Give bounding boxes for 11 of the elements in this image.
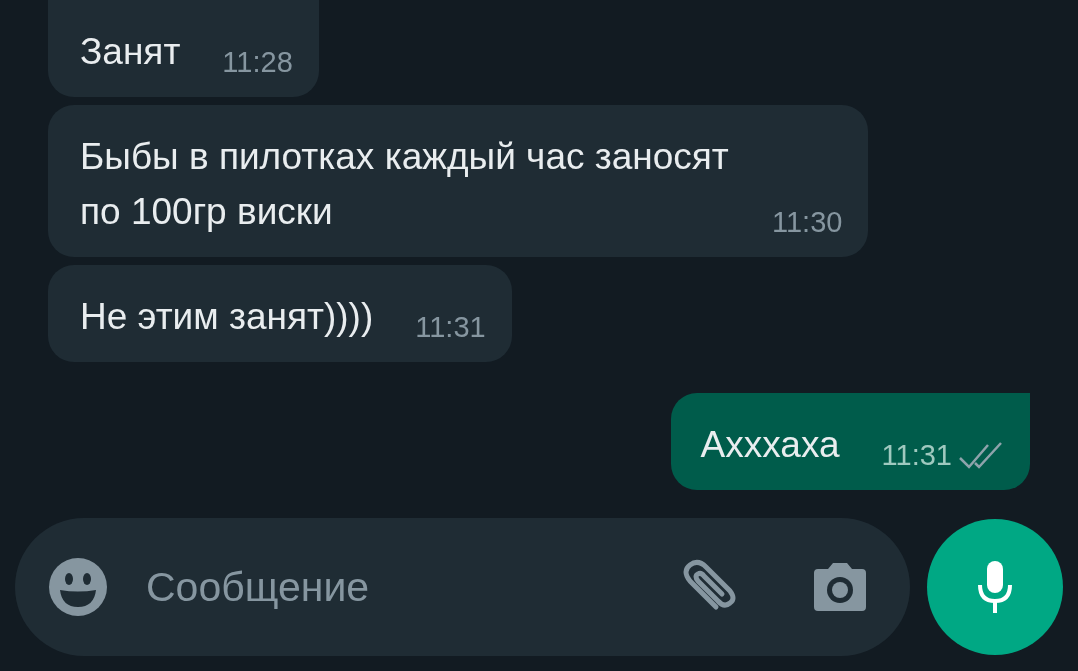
message-time: 11:28	[222, 46, 293, 79]
message-time: 11:30	[772, 206, 843, 239]
message-text: Быбы в пилотках каждый час заносят по 100гр виски	[80, 135, 730, 234]
message-time: 11:31	[415, 311, 486, 344]
smiley-icon[interactable]	[48, 557, 108, 617]
message-text: Ахххаха	[700, 423, 840, 467]
message-text: Занят	[80, 30, 181, 74]
microphone-icon	[975, 559, 1015, 615]
message-input[interactable]: Сообщение	[144, 562, 640, 612]
message-time: 11:31	[881, 439, 952, 472]
message-text: Не этим занят))))	[80, 295, 374, 339]
